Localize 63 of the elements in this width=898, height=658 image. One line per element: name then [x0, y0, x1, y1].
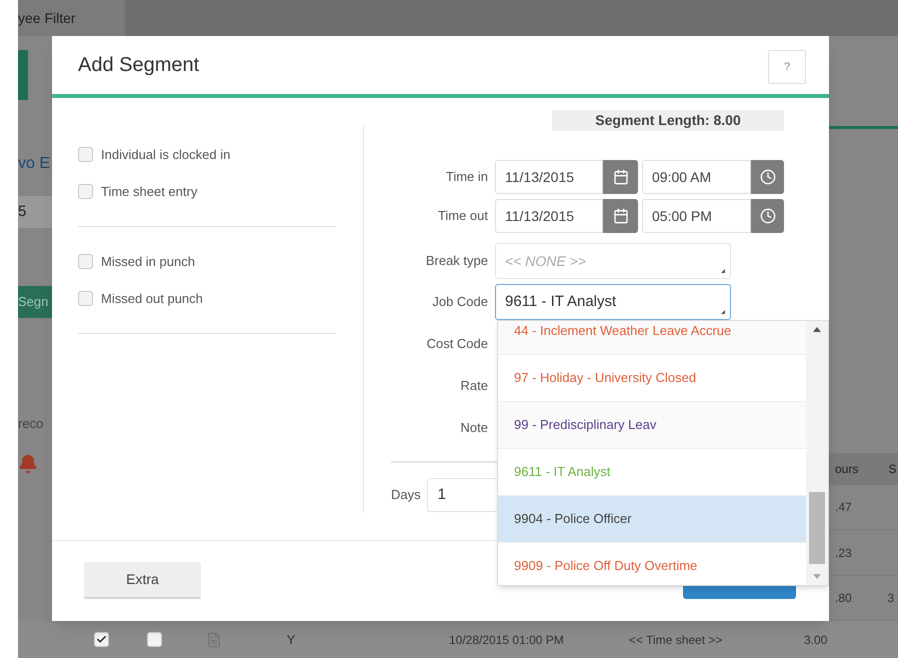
scrollbar[interactable] [806, 321, 828, 585]
field-label: Time out [436, 207, 488, 226]
dropdown-option[interactable]: 99 - Predisciplinary Leav [498, 402, 806, 449]
dialog-title: Add Segment [78, 53, 200, 78]
checkbox[interactable] [78, 147, 93, 162]
table-cell-text: .47 [835, 499, 852, 516]
calendar-icon [612, 169, 628, 185]
table-cell-text: 3 [887, 590, 894, 607]
clock-button[interactable] [751, 199, 784, 233]
date-field[interactable]: 11/13/2015 [495, 160, 603, 194]
field-label: Days [391, 486, 421, 504]
help-button[interactable]: ? [768, 50, 806, 84]
time-field[interactable]: 05:00 PM [642, 199, 751, 233]
field-label: Cost Code [426, 335, 488, 354]
resize-grip-icon [721, 269, 725, 273]
date-field[interactable]: 5 [18, 196, 52, 228]
table-cell-text: << Time sheet >> [629, 632, 724, 648]
checkbox-label: Missed in punch [101, 252, 195, 271]
records-text: reco [18, 415, 44, 433]
checkbox-label: Missed out punch [101, 290, 203, 308]
table-cell-text: 10/28/2015 01:00 PM [449, 632, 565, 648]
field-label: Break type [424, 252, 488, 270]
check-icon [96, 634, 107, 645]
extra-button[interactable]: Extra [84, 562, 201, 599]
job-code-select[interactable]: 9611 - IT Analyst [495, 284, 731, 320]
calendar-icon [612, 208, 628, 224]
bell-icon [18, 454, 38, 474]
checkbox[interactable] [78, 291, 93, 306]
resize-grip-icon [721, 310, 725, 314]
clock-button[interactable] [751, 160, 784, 194]
filter-tab[interactable]: yee Filter [18, 0, 125, 36]
table-cell-text: Y [286, 630, 296, 649]
checkbox[interactable] [94, 632, 109, 647]
accent-bar [18, 50, 28, 100]
scroll-up-icon [813, 327, 821, 332]
dropdown-option[interactable]: 9909 - Police Off Duty Overtime [498, 543, 806, 585]
clock-icon [760, 169, 776, 185]
calendar-button[interactable] [603, 160, 638, 194]
employee-name: vo E [18, 154, 52, 174]
checkbox[interactable] [78, 184, 93, 199]
checkbox[interactable] [147, 632, 162, 647]
checkbox-label: Individual is clocked in [101, 146, 230, 164]
dropdown-option[interactable]: 9904 - Police Officer [498, 496, 806, 543]
scrollbar-thumb[interactable] [809, 492, 825, 564]
time-field[interactable]: 09:00 AM [642, 160, 751, 194]
column-header: S [888, 460, 896, 478]
segment-length: Segment Length: 8.00 [552, 110, 784, 131]
date-field[interactable]: 11/13/2015 [495, 199, 603, 233]
checkbox-label: Time sheet entry [101, 182, 198, 201]
field-label: Job Code [431, 293, 488, 312]
field-label: Time in [444, 168, 488, 186]
scroll-down-icon [813, 574, 821, 579]
field-label: Note [460, 419, 488, 438]
dropdown-option[interactable]: 97 - Holiday - University Closed [498, 355, 806, 402]
clock-icon [760, 208, 776, 224]
column-header: ours [835, 460, 858, 478]
table-cell-text: .80 [835, 590, 852, 607]
document-icon [206, 632, 222, 648]
field-label: Rate [460, 377, 488, 396]
table-cell-text: .23 [835, 544, 852, 562]
checkbox[interactable] [78, 254, 93, 269]
calendar-button[interactable] [603, 199, 638, 233]
table-cell-text: 3.00 [804, 632, 828, 648]
